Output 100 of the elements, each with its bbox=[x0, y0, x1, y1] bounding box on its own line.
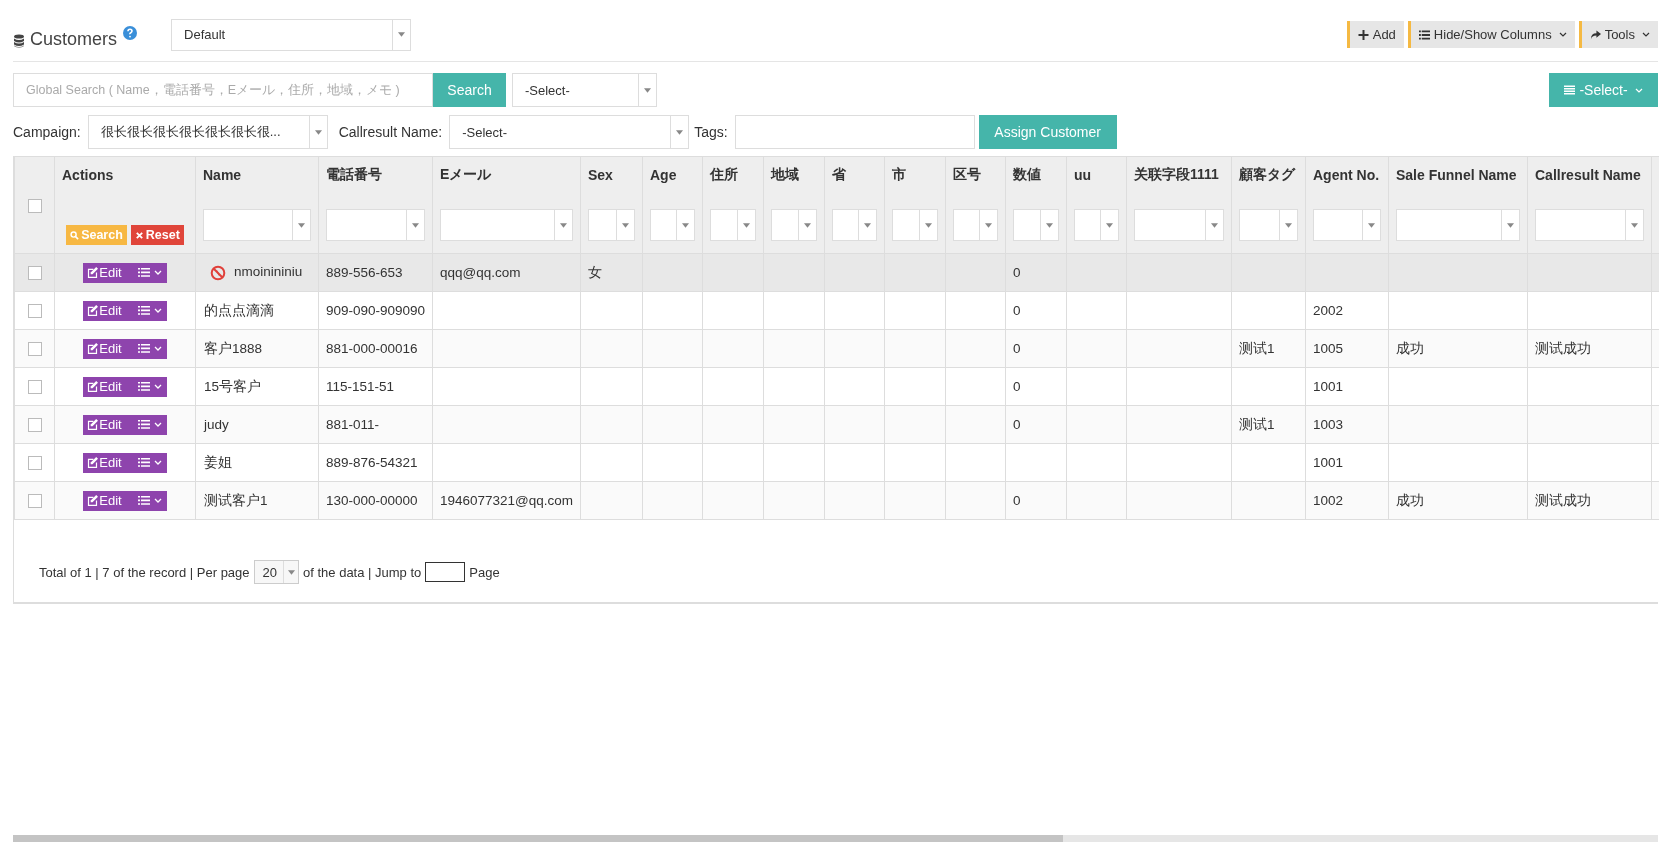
list-icon bbox=[137, 344, 150, 353]
column-header[interactable]: Eメール bbox=[440, 166, 492, 182]
campaign-label: Campaign: bbox=[13, 124, 81, 140]
row-checkbox[interactable] bbox=[27, 494, 42, 509]
reset-button[interactable]: Reset bbox=[130, 225, 184, 245]
row-menu-button[interactable] bbox=[125, 490, 167, 511]
column-header[interactable]: 省 bbox=[832, 166, 846, 182]
pagination-text: of the data | Jump to bbox=[303, 564, 422, 580]
filter-select[interactable]: -Select- bbox=[512, 73, 657, 107]
table-cell: 881-000-00016 bbox=[326, 341, 418, 356]
edit-button[interactable]: Edit bbox=[83, 376, 126, 397]
column-filter-select[interactable] bbox=[1013, 209, 1059, 241]
table-cell: 0 bbox=[1013, 341, 1021, 356]
column-header[interactable]: Age bbox=[650, 167, 677, 183]
per-page-select[interactable]: 20 bbox=[253, 560, 299, 584]
help-icon[interactable] bbox=[123, 25, 138, 40]
table-cell: 女 bbox=[588, 264, 602, 280]
table-cell: 909-090-909090 bbox=[326, 303, 426, 318]
row-menu-button[interactable] bbox=[125, 376, 167, 397]
column-filter-select[interactable] bbox=[1239, 209, 1298, 241]
column-header[interactable]: 市 bbox=[892, 166, 906, 182]
column-header[interactable]: Name bbox=[203, 167, 242, 183]
page-title: Customers bbox=[30, 29, 118, 50]
table-cell: 测试1 bbox=[1239, 416, 1275, 432]
edit-button[interactable]: Edit bbox=[83, 262, 126, 283]
edit-button[interactable]: Edit bbox=[83, 490, 126, 511]
edit-icon bbox=[87, 305, 99, 316]
horizontal-scrollbar[interactable] bbox=[13, 835, 1658, 842]
caret-icon bbox=[153, 270, 162, 275]
column-filter-select[interactable] bbox=[440, 209, 573, 241]
edit-button[interactable]: Edit bbox=[83, 300, 126, 321]
column-filter-select[interactable] bbox=[710, 209, 756, 241]
caret-icon bbox=[153, 308, 162, 313]
dropdown-arrow-icon bbox=[1211, 222, 1218, 228]
table-cell: 0 bbox=[1013, 303, 1021, 318]
table-cell: 889-876-54321 bbox=[326, 455, 418, 470]
column-header[interactable]: Sex bbox=[588, 167, 613, 183]
column-filter-select[interactable] bbox=[832, 209, 877, 241]
column-header[interactable]: uu bbox=[1074, 167, 1092, 183]
edit-button[interactable]: Edit bbox=[83, 338, 126, 359]
column-filter-select[interactable] bbox=[953, 209, 998, 241]
campaign-select[interactable]: 很长很长很长很长很长很长很... bbox=[87, 115, 328, 149]
tags-field[interactable] bbox=[734, 115, 975, 149]
row-checkbox[interactable] bbox=[27, 342, 42, 357]
dropdown-arrow-icon bbox=[1046, 222, 1053, 228]
column-header[interactable]: 住所 bbox=[710, 166, 738, 182]
row-checkbox[interactable] bbox=[27, 418, 42, 433]
column-filter-select[interactable] bbox=[892, 209, 938, 241]
column-filter-select[interactable] bbox=[1074, 209, 1119, 241]
dropdown-arrow-icon bbox=[676, 129, 684, 135]
column-header[interactable]: 数値 bbox=[1013, 166, 1041, 182]
table-cell: judy bbox=[204, 417, 229, 432]
column-filter-select[interactable] bbox=[1134, 209, 1224, 241]
column-header: Actions bbox=[62, 167, 114, 183]
toolbar-button[interactable]: Hide/Show Columns bbox=[1407, 21, 1575, 48]
column-filter-select[interactable] bbox=[326, 209, 425, 241]
column-filter-select[interactable] bbox=[588, 209, 635, 241]
toolbar-button[interactable]: Add bbox=[1346, 21, 1404, 48]
column-filter-select[interactable] bbox=[1313, 209, 1381, 241]
caret-icon bbox=[153, 346, 162, 351]
row-menu-button[interactable] bbox=[125, 414, 167, 435]
table-cell: 测试成功 bbox=[1535, 340, 1591, 356]
row-menu-button[interactable] bbox=[125, 452, 167, 473]
edit-icon bbox=[87, 267, 99, 278]
jump-to-page-field[interactable] bbox=[425, 562, 466, 582]
table-cell: 1001 bbox=[1313, 455, 1344, 470]
column-header[interactable]: 区号 bbox=[953, 166, 981, 182]
row-checkbox[interactable] bbox=[27, 456, 42, 471]
select-all-checkbox[interactable] bbox=[27, 199, 42, 214]
callresult-select[interactable]: -Select- bbox=[449, 115, 690, 149]
database-icon bbox=[13, 33, 25, 48]
row-checkbox[interactable] bbox=[27, 380, 42, 395]
table-cell: 130-000-00000 bbox=[326, 493, 418, 508]
table-cell: 0 bbox=[1013, 379, 1021, 394]
callresult-label: Callresult Name: bbox=[338, 124, 443, 140]
list-icon bbox=[1564, 85, 1576, 95]
column-filter-select[interactable] bbox=[771, 209, 817, 241]
column-filter-select[interactable] bbox=[1396, 209, 1520, 241]
edit-button[interactable]: Edit bbox=[83, 452, 126, 473]
column-header[interactable]: 地域 bbox=[771, 166, 799, 182]
row-checkbox[interactable] bbox=[27, 266, 42, 281]
dropdown-arrow-icon bbox=[804, 222, 811, 228]
dropdown-arrow-icon bbox=[412, 222, 419, 228]
row-checkbox[interactable] bbox=[27, 304, 42, 319]
close-icon bbox=[134, 230, 144, 240]
table-cell: 1946077321@qq.com bbox=[440, 493, 574, 508]
row-menu-button[interactable] bbox=[125, 300, 167, 321]
row-menu-button[interactable] bbox=[125, 262, 167, 283]
column-filter-select[interactable] bbox=[650, 209, 695, 241]
list-icon bbox=[137, 268, 150, 277]
edit-button[interactable]: Edit bbox=[83, 414, 126, 435]
dropdown-arrow-icon bbox=[682, 222, 689, 228]
global-search-field[interactable]: Global Search ( Name，電話番号，Eメール，住所，地域，メモ ) bbox=[13, 73, 433, 107]
table-cell: 0 bbox=[1013, 265, 1021, 280]
column-filter-select[interactable] bbox=[1535, 209, 1644, 241]
view-select[interactable]: Default bbox=[171, 18, 412, 51]
toolbar-button[interactable]: Tools bbox=[1578, 21, 1658, 48]
row-menu-button[interactable] bbox=[125, 338, 167, 359]
table-cell: 姜姐 bbox=[204, 454, 232, 470]
column-filter-select[interactable] bbox=[203, 209, 311, 241]
